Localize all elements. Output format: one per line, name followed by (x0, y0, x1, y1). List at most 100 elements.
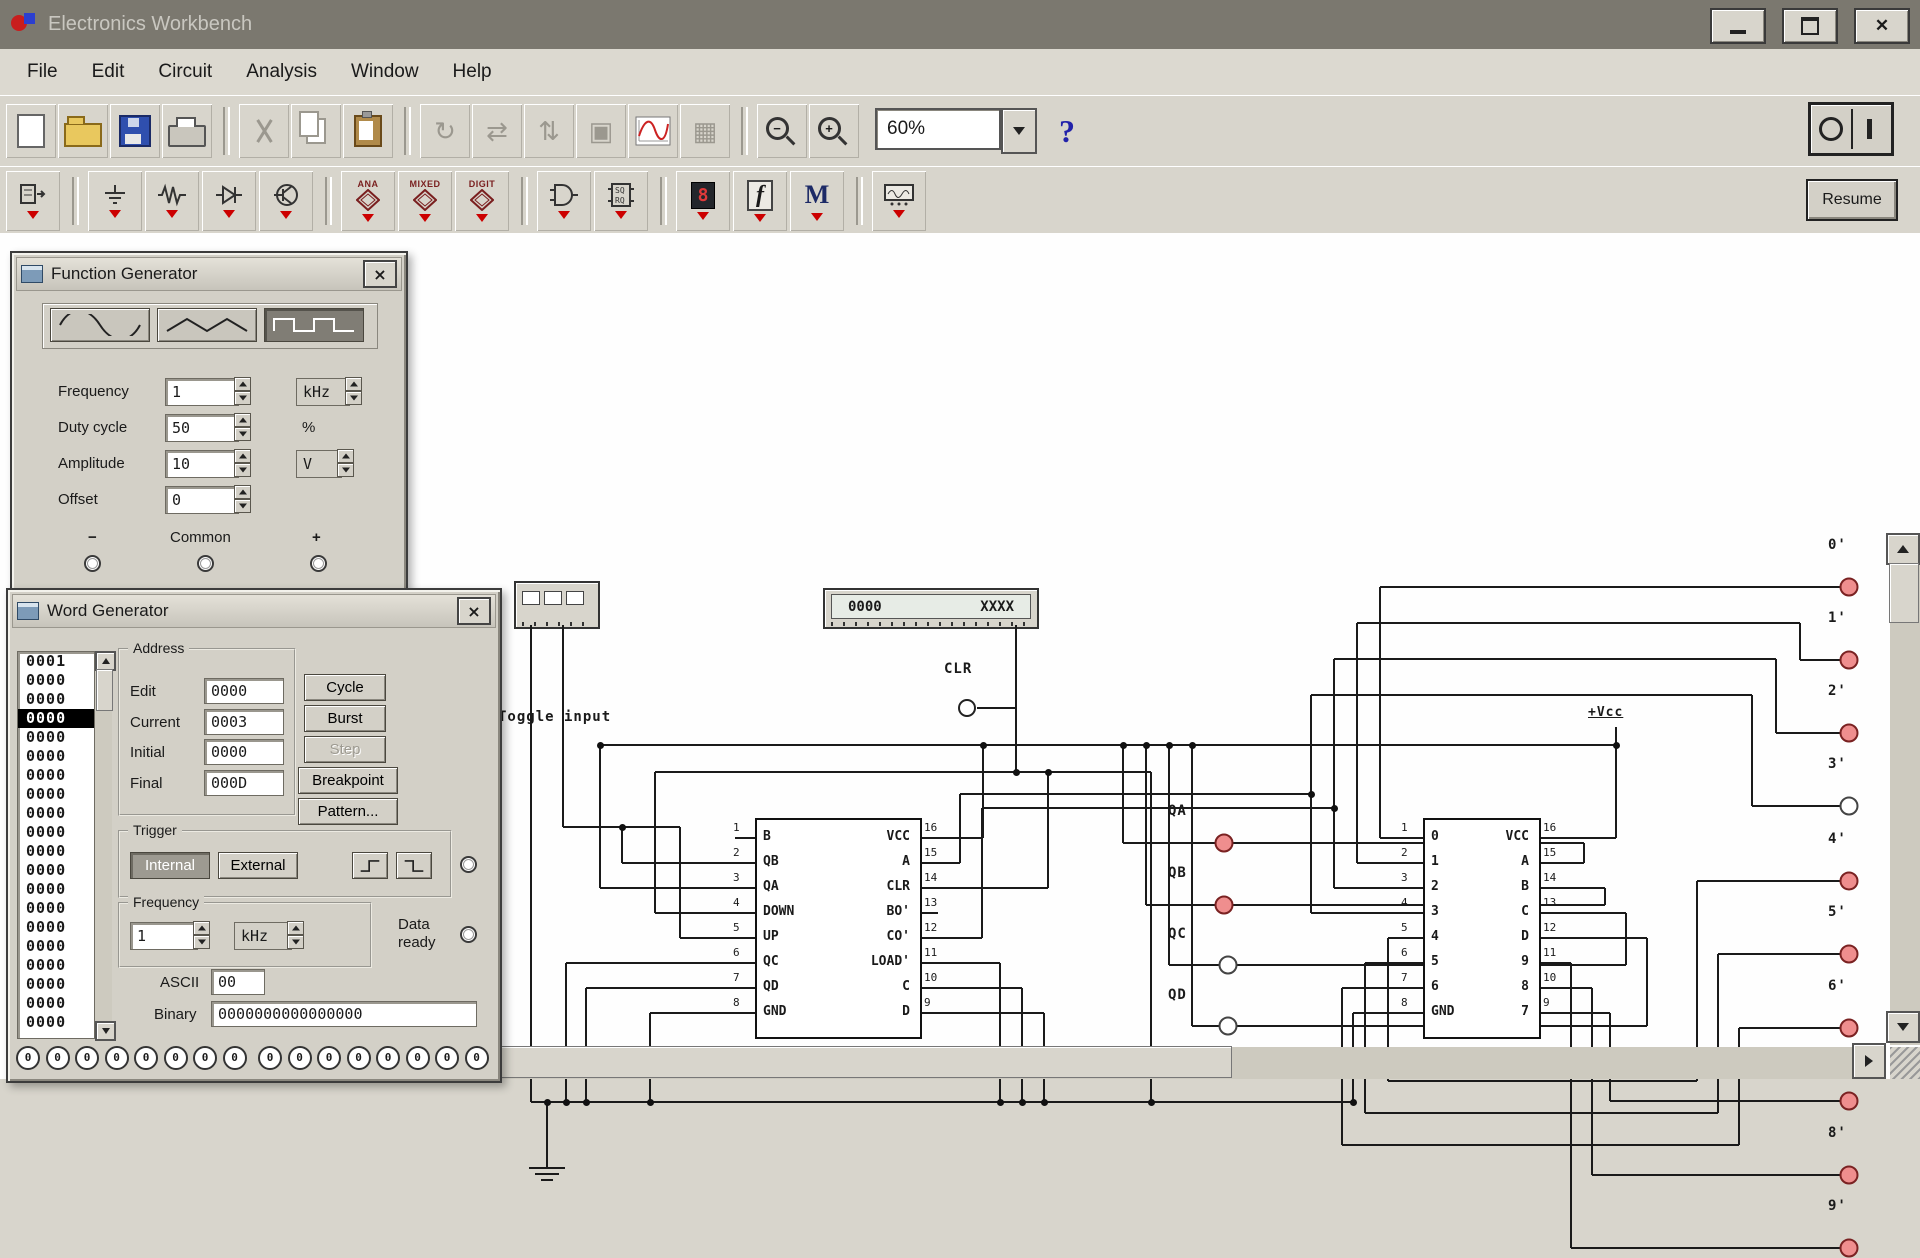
output-probe-6[interactable] (1840, 1019, 1859, 1038)
resume-button[interactable]: Resume (1806, 179, 1898, 221)
step-button[interactable]: Step (304, 736, 386, 763)
edit-input[interactable]: 0000 (204, 678, 284, 704)
wg-frequency-spinner[interactable] (193, 921, 210, 949)
diodes-bin[interactable] (202, 171, 256, 231)
probe-qb[interactable] (1215, 896, 1234, 915)
word-row[interactable]: 0000 (18, 861, 94, 880)
scroll-down-button[interactable] (1886, 1011, 1920, 1043)
menu-item-analysis[interactable]: Analysis (229, 55, 334, 89)
cut-button[interactable] (239, 104, 289, 158)
word-row[interactable]: 0000 (18, 994, 94, 1013)
output-probe-4[interactable] (1840, 872, 1859, 891)
save-button[interactable] (110, 104, 160, 158)
controls-bin[interactable]: f (733, 171, 787, 231)
amplitude-input[interactable]: 10 (165, 450, 239, 478)
power-switch[interactable] (1808, 102, 1894, 156)
probe-qd[interactable] (1219, 1017, 1238, 1036)
amplitude-spinner[interactable] (234, 449, 251, 477)
spin-down-icon[interactable] (234, 391, 251, 405)
mixed-ics-bin[interactable]: MIXED (398, 171, 452, 231)
frequency-spinner[interactable] (234, 377, 251, 405)
horizontal-scroll-thumb[interactable] (500, 1046, 1232, 1078)
rising-edge-button[interactable] (352, 852, 388, 879)
word-row[interactable]: 0000 (18, 842, 94, 861)
bit-terminal-4[interactable]: 0 (134, 1046, 158, 1070)
word-row[interactable]: 0000 (18, 728, 94, 747)
bit-terminal-9[interactable]: 0 (288, 1046, 312, 1070)
rotate-button[interactable]: ↻ (420, 104, 470, 158)
bit-terminal-6[interactable]: 0 (193, 1046, 217, 1070)
minus-terminal[interactable] (84, 555, 101, 572)
open-button[interactable] (58, 104, 108, 158)
bit-terminal-12[interactable]: 0 (376, 1046, 400, 1070)
bit-terminal-3[interactable]: 0 (105, 1046, 129, 1070)
initial-input[interactable]: 0000 (204, 739, 284, 765)
probe-qc[interactable] (1219, 956, 1238, 975)
spin-up-icon[interactable] (234, 413, 251, 427)
amplitude-unit-spinner[interactable] (337, 449, 354, 477)
frequency-unit-spinner[interactable] (345, 377, 362, 405)
word-row[interactable]: 0000 (18, 709, 94, 728)
create-subcircuit-button[interactable]: ▣ (576, 104, 626, 158)
digital-bin[interactable]: SQ RQ (594, 171, 648, 231)
spin-down-icon[interactable] (234, 499, 251, 513)
resize-grip[interactable] (1890, 1047, 1920, 1079)
vertical-scroll-thumb[interactable] (1889, 563, 1919, 623)
binary-input[interactable]: 0000000000000000 (211, 1001, 477, 1027)
indicators-bin[interactable]: 8 (676, 171, 730, 231)
flip-vertical-button[interactable]: ⇅ (524, 104, 574, 158)
analysis-graph-button[interactable] (628, 104, 678, 158)
spin-up-icon[interactable] (234, 377, 251, 391)
copy-button[interactable] (291, 104, 341, 158)
spin-up-icon[interactable] (234, 485, 251, 499)
frequency-unit[interactable]: kHz (296, 378, 350, 406)
close-icon[interactable]: × (363, 260, 397, 288)
spin-down-icon[interactable] (234, 463, 251, 477)
word-generator-instrument[interactable]: 0000 XXXX (823, 588, 1039, 629)
word-row[interactable]: 0000 (18, 747, 94, 766)
data-ready-terminal[interactable] (460, 926, 477, 943)
bit-terminal-11[interactable]: 0 (347, 1046, 371, 1070)
word-row[interactable]: 0001 (18, 652, 94, 671)
scroll-up-button[interactable] (1886, 533, 1920, 565)
bit-terminal-7[interactable]: 0 (223, 1046, 247, 1070)
spin-down-icon[interactable] (287, 935, 304, 949)
logic-gates-bin[interactable] (537, 171, 591, 231)
word-row[interactable]: 0000 (18, 785, 94, 804)
word-row[interactable]: 0000 (18, 1013, 94, 1032)
output-probe-0[interactable] (1840, 578, 1859, 597)
pattern-button[interactable]: Pattern... (298, 798, 398, 825)
current-input[interactable]: 0003 (204, 709, 284, 735)
breakpoint-button[interactable]: Breakpoint (298, 767, 398, 794)
bit-terminal-1[interactable]: 0 (46, 1046, 70, 1070)
bit-terminal-0[interactable]: 0 (16, 1046, 40, 1070)
minimize-button[interactable] (1710, 8, 1766, 44)
analog-ics-bin[interactable]: ANA (341, 171, 395, 231)
bit-terminal-2[interactable]: 0 (75, 1046, 99, 1070)
bit-terminal-13[interactable]: 0 (406, 1046, 430, 1070)
spin-up-icon[interactable] (345, 377, 362, 391)
list-scroll-down-button[interactable] (95, 1021, 116, 1041)
function-generator-titlebar[interactable]: Function Generator × (16, 257, 402, 291)
toggle-input-instrument[interactable] (514, 581, 600, 629)
word-list[interactable]: 0001000000000000000000000000000000000000… (17, 651, 95, 1039)
close-icon[interactable]: × (457, 597, 491, 625)
spin-up-icon[interactable] (234, 449, 251, 463)
component-properties-button[interactable]: ▦ (680, 104, 730, 158)
trigger-internal-button[interactable]: Internal (130, 852, 210, 879)
word-row[interactable]: 0000 (18, 975, 94, 994)
square-wave-button[interactable] (264, 308, 364, 342)
instruments-bin[interactable] (872, 171, 926, 231)
wg-frequency-input[interactable]: 1 (130, 922, 198, 950)
output-probe-1[interactable] (1840, 651, 1859, 670)
word-row[interactable]: 0000 (18, 918, 94, 937)
sine-wave-button[interactable] (50, 308, 150, 342)
help-button[interactable]: ? (1059, 113, 1075, 150)
common-terminal[interactable] (197, 555, 214, 572)
burst-button[interactable]: Burst (304, 705, 386, 732)
transistors-bin[interactable] (259, 171, 313, 231)
probe-qa[interactable] (1215, 834, 1234, 853)
plus-terminal[interactable] (310, 555, 327, 572)
spin-down-icon[interactable] (345, 391, 362, 405)
frequency-input[interactable]: 1 (165, 378, 239, 406)
